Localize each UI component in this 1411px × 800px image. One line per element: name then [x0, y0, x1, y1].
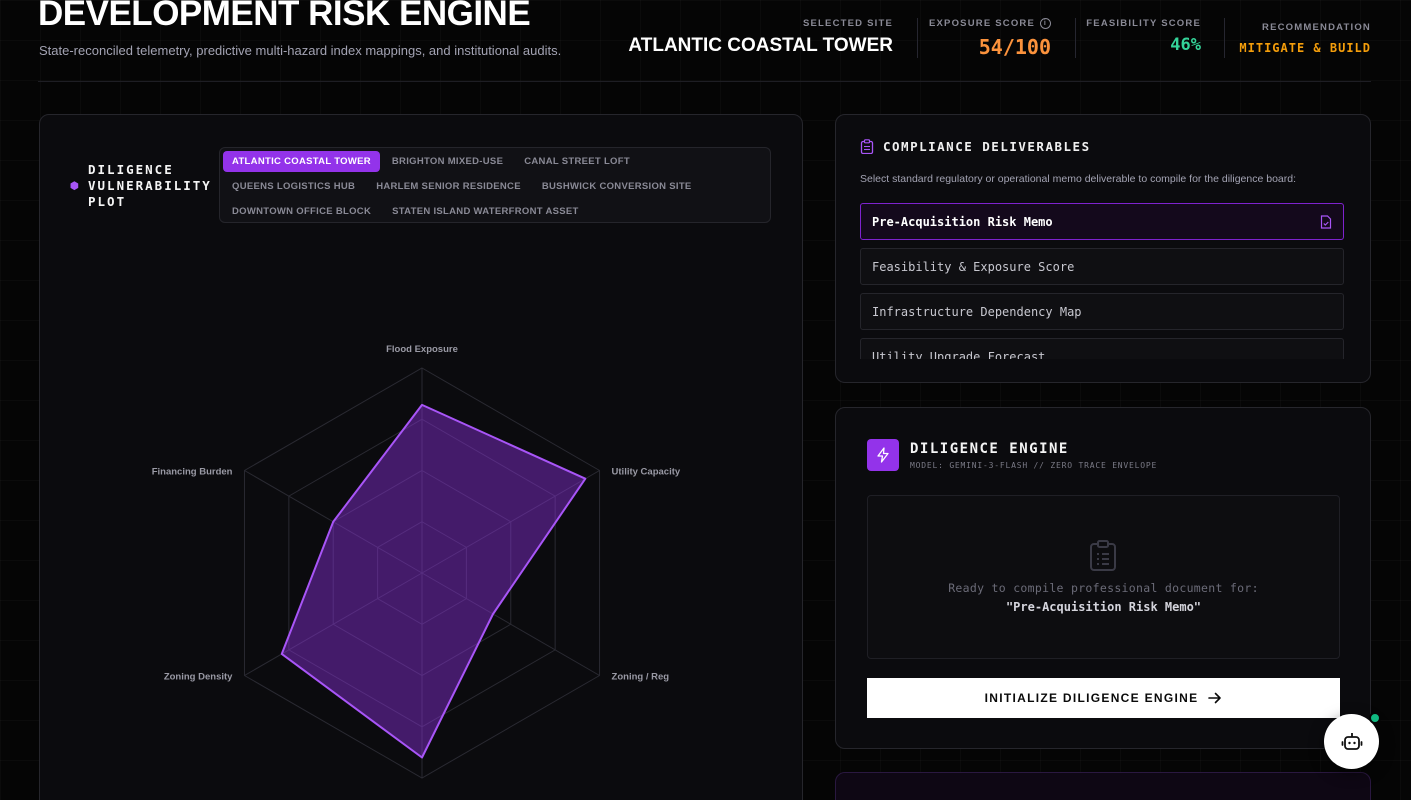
deliverable-list[interactable]: Pre-Acquisition Risk Memo Feasibility & E…: [860, 203, 1344, 359]
compliance-panel: COMPLIANCE DELIVERABLES Select standard …: [835, 114, 1371, 383]
robot-icon: [1341, 732, 1362, 750]
radar-axis-label: Utility Capacity: [612, 467, 681, 478]
selected-site-stat: SELECTED SITE ATLANTIC COASTAL TOWER: [628, 18, 893, 57]
document-check-icon: [1320, 214, 1332, 229]
ready-document-name: "Pre-Acquisition Risk Memo": [1005, 600, 1202, 614]
lightning-icon: [867, 439, 899, 471]
recommendation-stat: RECOMMENDATION MITIGATE & BUILD: [1239, 22, 1371, 55]
ready-text: Ready to compile professional document f…: [948, 581, 1259, 595]
deliverable-label: Pre-Acquisition Risk Memo: [872, 214, 1053, 229]
arrow-right-icon: [1208, 692, 1222, 704]
radar-axis-label: Flood Exposure: [386, 344, 458, 355]
recommendation-label: RECOMMENDATION: [1262, 22, 1371, 33]
engine-model: MODEL: GEMINI-3-FLASH // ZERO TRACE ENVE…: [910, 461, 1158, 470]
clipboard-list-icon: [1090, 540, 1116, 571]
selected-site-label: SELECTED SITE: [802, 18, 893, 29]
deliverable-item[interactable]: Infrastructure Dependency Map: [860, 293, 1344, 330]
exposure-label: EXPOSURE SCORE i: [929, 18, 1051, 29]
info-icon[interactable]: i: [1040, 18, 1051, 29]
header-divider: [917, 18, 918, 58]
deliverable-label: Utility Upgrade Forecast: [872, 349, 1046, 360]
header-divider-line: [38, 81, 1371, 82]
exposure-stat: EXPOSURE SCORE i 54/100: [929, 18, 1051, 59]
initialize-engine-label: INITIALIZE DILIGENCE ENGINE: [984, 691, 1199, 705]
recommendation-value: MITIGATE & BUILD: [1239, 41, 1371, 55]
radar-axis-label: Zoning Density: [164, 672, 233, 683]
output-panel: [835, 772, 1371, 800]
deliverable-label: Infrastructure Dependency Map: [872, 304, 1082, 319]
feasibility-label: FEASIBILITY SCORE: [1086, 18, 1201, 29]
deliverable-item[interactable]: Utility Upgrade Forecast: [860, 338, 1344, 359]
compliance-header: COMPLIANCE DELIVERABLES: [860, 139, 1091, 154]
selected-site-value: ATLANTIC COASTAL TOWER: [628, 35, 893, 56]
feasibility-stat: FEASIBILITY SCORE 46%: [1086, 18, 1201, 55]
page-title: DEVELOPMENT RISK ENGINE: [38, 0, 531, 33]
diligence-engine-panel: DILIGENCE ENGINE MODEL: GEMINI-3-FLASH /…: [835, 407, 1371, 749]
vulnerability-plot-panel: ⬢ DILIGENCE VULNERABILITY PLOT ATLANTIC …: [39, 114, 803, 800]
deliverable-item[interactable]: Pre-Acquisition Risk Memo: [860, 203, 1344, 240]
engine-title: DILIGENCE ENGINE: [910, 441, 1069, 457]
feasibility-value: 46%: [1170, 35, 1201, 55]
radar-chart: Flood Exposure Utility Capacity Zoning / R…: [152, 344, 681, 779]
radar-axis-label: Financing Burden: [152, 467, 233, 478]
header-divider: [1224, 18, 1225, 58]
initialize-engine-button[interactable]: INITIALIZE DILIGENCE ENGINE: [867, 678, 1340, 718]
header-divider: [1075, 18, 1076, 58]
compliance-title: COMPLIANCE DELIVERABLES: [883, 139, 1091, 154]
compliance-description: Select standard regulatory or operationa…: [860, 173, 1296, 185]
deliverable-item[interactable]: Feasibility & Exposure Score: [860, 248, 1344, 285]
radar-axis-label: Zoning / Reg: [612, 672, 670, 683]
deliverable-label: Feasibility & Exposure Score: [872, 259, 1075, 274]
clipboard-icon: [860, 139, 874, 154]
radar-series-area: [280, 403, 587, 759]
page-subtitle: State-reconciled telemetry, predictive m…: [39, 43, 562, 58]
engine-output-area: Ready to compile professional document f…: [867, 495, 1340, 659]
exposure-value: 54/100: [978, 35, 1051, 59]
online-status-dot: [1369, 712, 1381, 724]
